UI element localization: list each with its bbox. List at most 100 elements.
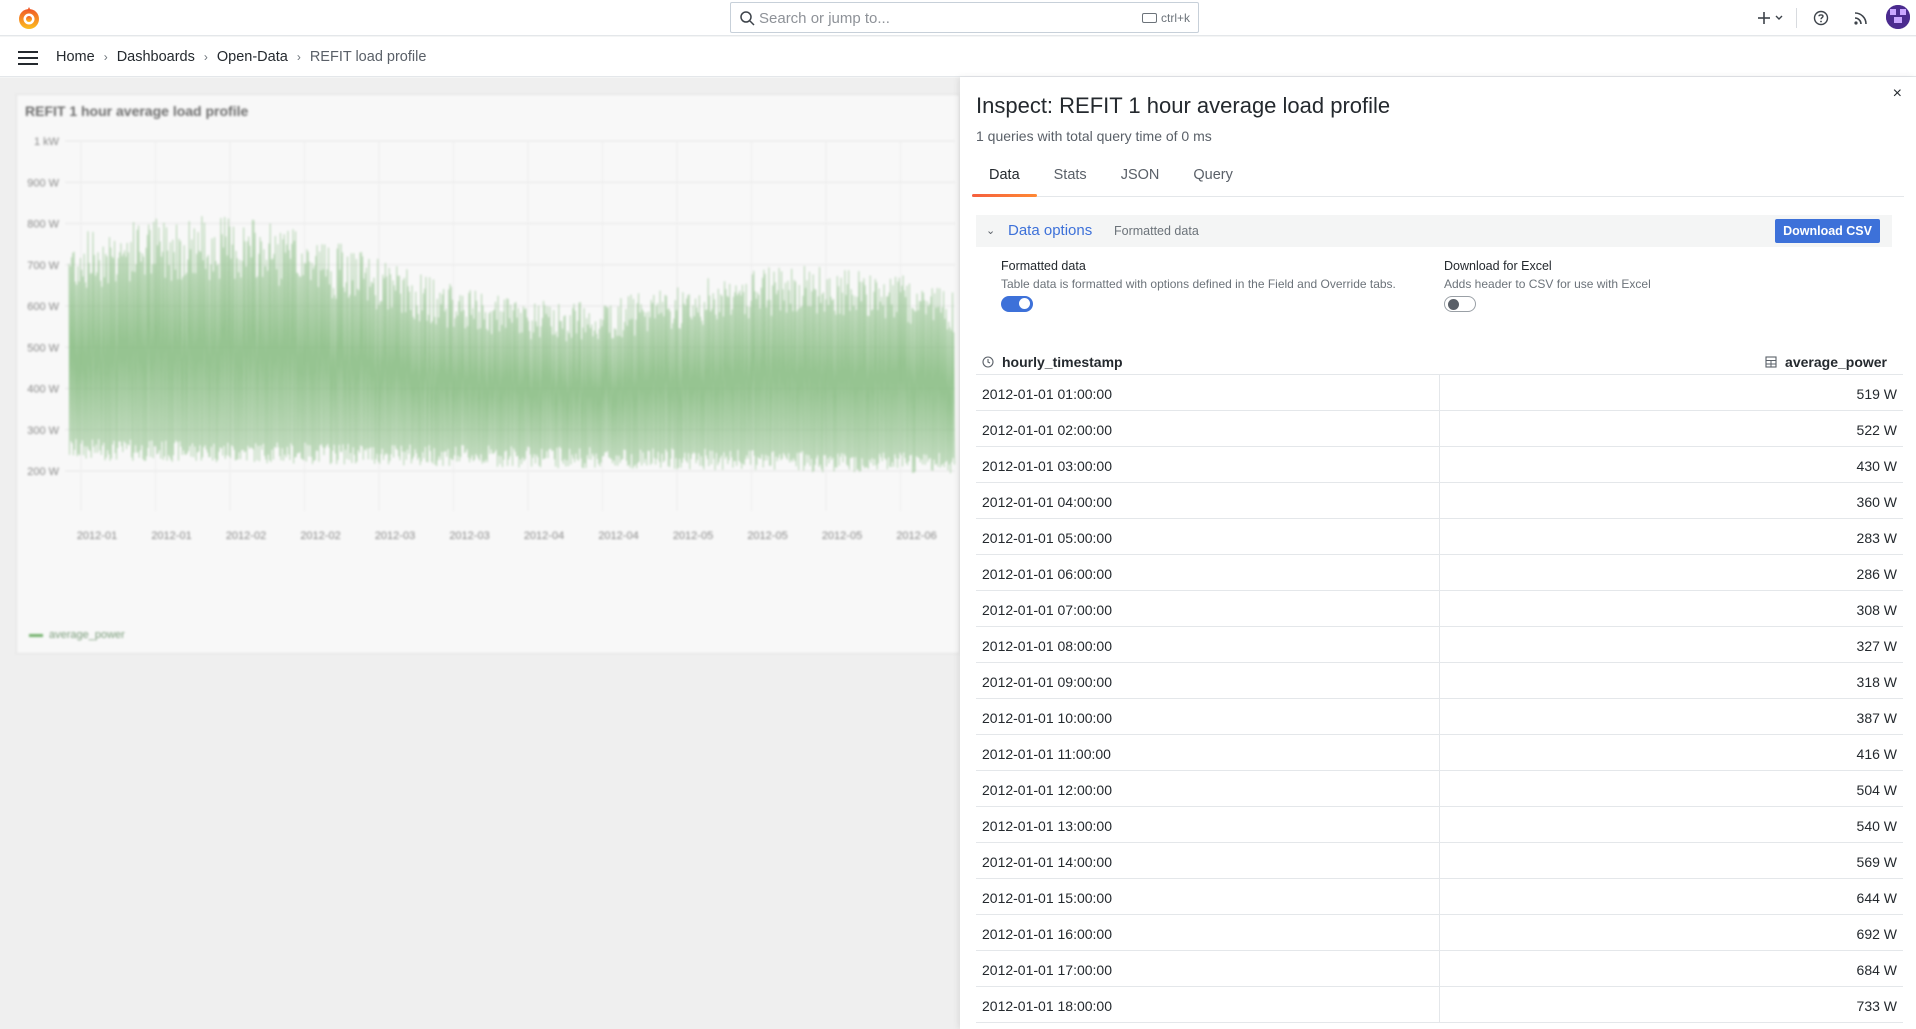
- x-tick-label: 2012-05: [673, 530, 713, 542]
- column-header-average-power[interactable]: average_power: [1765, 354, 1887, 370]
- top-bar: Search or jump to... ctrl+k: [0, 0, 1916, 36]
- inspect-drawer: × Inspect: REFIT 1 hour average load pro…: [960, 77, 1916, 1029]
- x-tick-label: 2012-05: [822, 530, 862, 542]
- tab-data[interactable]: Data: [972, 157, 1037, 197]
- chevron-right-icon: ›: [296, 50, 301, 64]
- keyboard-icon: [1141, 13, 1157, 23]
- table-row: 2012-01-01 14:00:00 569 W: [976, 843, 1903, 879]
- formatted-data-toggle[interactable]: [1001, 296, 1033, 312]
- rss-icon: [1854, 12, 1867, 25]
- legend-swatch: [29, 633, 43, 637]
- data-options-header[interactable]: ⌄ Data options Formatted data Download C…: [976, 215, 1892, 247]
- cell-average-power: 308 W: [1856, 602, 1897, 618]
- grafana-logo-icon[interactable]: [16, 5, 42, 31]
- column-divider: [1439, 447, 1440, 483]
- y-tick-label: 800 W: [27, 219, 59, 231]
- table-row: 2012-01-01 16:00:00 692 W: [976, 915, 1903, 951]
- table-row: 2012-01-01 04:00:00 360 W: [976, 483, 1903, 519]
- add-new-button[interactable]: [1754, 7, 1788, 29]
- cell-average-power: 733 W: [1856, 998, 1897, 1014]
- x-tick-label: 2012-02: [300, 530, 340, 542]
- x-tick-label: 2012-03: [449, 530, 489, 542]
- breadcrumb-home[interactable]: Home: [56, 49, 95, 65]
- chart-panel[interactable]: REFIT 1 hour average load profile 1 kW 90…: [16, 94, 960, 654]
- table-row: 2012-01-01 12:00:00 504 W: [976, 771, 1903, 807]
- user-avatar[interactable]: [1886, 5, 1910, 29]
- table-body: 2012-01-01 01:00:00 519 W 2012-01-01 02:00…: [976, 375, 1903, 1023]
- cell-timestamp: 2012-01-01 16:00:00: [982, 926, 1112, 942]
- x-tick-label: 2012-06: [896, 530, 936, 542]
- search-input[interactable]: Search or jump to... ctrl+k: [730, 2, 1199, 33]
- help-button[interactable]: [1810, 7, 1832, 29]
- column-header-label: hourly_timestamp: [1002, 354, 1123, 370]
- tab-query[interactable]: Query: [1176, 157, 1250, 197]
- close-icon[interactable]: ×: [1893, 85, 1902, 103]
- chevron-right-icon: ›: [103, 50, 108, 64]
- inspect-title: Inspect: REFIT 1 hour average load profi…: [976, 93, 1391, 118]
- data-options-label[interactable]: Data options: [1008, 222, 1092, 239]
- cell-average-power: 504 W: [1856, 782, 1897, 798]
- search-shortcut: ctrl+k: [1141, 11, 1190, 25]
- column-divider: [1439, 879, 1440, 915]
- menu-icon[interactable]: [18, 51, 38, 65]
- download-excel-toggle[interactable]: [1444, 296, 1476, 312]
- column-divider: [1439, 807, 1440, 843]
- cell-average-power: 327 W: [1856, 638, 1897, 654]
- data-table: hourly_timestamp average_power 2012-01-0…: [976, 351, 1903, 1023]
- cell-timestamp: 2012-01-01 06:00:00: [982, 566, 1112, 582]
- chevron-down-icon: ⌄: [986, 225, 996, 237]
- cell-average-power: 569 W: [1856, 854, 1897, 870]
- y-tick-label: 1 kW: [34, 136, 60, 148]
- inspect-subtitle: 1 queries with total query time of 0 ms: [976, 128, 1212, 144]
- toggle-knob: [1448, 299, 1459, 310]
- cell-average-power: 540 W: [1856, 818, 1897, 834]
- table-row: 2012-01-01 18:00:00 733 W: [976, 987, 1903, 1023]
- news-feed-button[interactable]: [1850, 7, 1872, 29]
- cell-timestamp: 2012-01-01 14:00:00: [982, 854, 1112, 870]
- download-excel-desc: Adds header to CSV for use with Excel: [1444, 277, 1651, 291]
- clock-icon: [982, 356, 994, 368]
- table-row: 2012-01-01 17:00:00 684 W: [976, 951, 1903, 987]
- table-row: 2012-01-01 15:00:00 644 W: [976, 879, 1903, 915]
- column-header-timestamp[interactable]: hourly_timestamp: [982, 354, 1123, 370]
- dashboard-canvas: REFIT 1 hour average load profile 1 kW 90…: [0, 78, 960, 1029]
- cell-timestamp: 2012-01-01 13:00:00: [982, 818, 1112, 834]
- cell-average-power: 283 W: [1856, 530, 1897, 546]
- search-placeholder: Search or jump to...: [759, 10, 890, 27]
- column-divider: [1439, 411, 1440, 447]
- table-row: 2012-01-01 10:00:00 387 W: [976, 699, 1903, 735]
- y-tick-label: 200 W: [27, 466, 59, 478]
- x-tick-label: 2012-04: [598, 530, 638, 542]
- formatted-data-label: Formatted data: [1001, 259, 1086, 273]
- y-tick-label: 500 W: [27, 342, 59, 354]
- breadcrumb-bar: Home › Dashboards › Open-Data › REFIT lo…: [0, 37, 1916, 77]
- table-row: 2012-01-01 07:00:00 308 W: [976, 591, 1903, 627]
- legend-label: average_power: [49, 629, 125, 641]
- download-csv-button[interactable]: Download CSV: [1775, 219, 1880, 243]
- table-row: 2012-01-01 01:00:00 519 W: [976, 375, 1903, 411]
- breadcrumb-folder[interactable]: Open-Data: [217, 49, 288, 65]
- cell-average-power: 684 W: [1856, 962, 1897, 978]
- x-tick-label: 2012-02: [226, 530, 266, 542]
- cell-timestamp: 2012-01-01 11:00:00: [982, 746, 1111, 762]
- tab-stats[interactable]: Stats: [1037, 157, 1104, 197]
- table-row: 2012-01-01 05:00:00 283 W: [976, 519, 1903, 555]
- y-tick-label: 600 W: [27, 301, 59, 313]
- chart-legend[interactable]: average_power: [29, 629, 125, 641]
- plus-icon: [1758, 12, 1783, 24]
- search-icon: [740, 11, 755, 26]
- avatar-icon: [1886, 5, 1910, 29]
- cell-average-power: 360 W: [1856, 494, 1897, 510]
- column-divider: [1439, 735, 1440, 771]
- column-divider: [1439, 843, 1440, 879]
- column-divider: [1439, 483, 1440, 519]
- cell-timestamp: 2012-01-01 12:00:00: [982, 782, 1112, 798]
- cell-timestamp: 2012-01-01 09:00:00: [982, 674, 1112, 690]
- breadcrumb-dashboards[interactable]: Dashboards: [117, 49, 195, 65]
- download-excel-option: Download for Excel Adds header to CSV fo…: [1444, 259, 1651, 312]
- tab-json[interactable]: JSON: [1104, 157, 1177, 197]
- help-icon: [1813, 10, 1829, 26]
- y-tick-label: 700 W: [27, 260, 59, 272]
- cell-timestamp: 2012-01-01 04:00:00: [982, 494, 1112, 510]
- cell-average-power: 519 W: [1856, 386, 1897, 402]
